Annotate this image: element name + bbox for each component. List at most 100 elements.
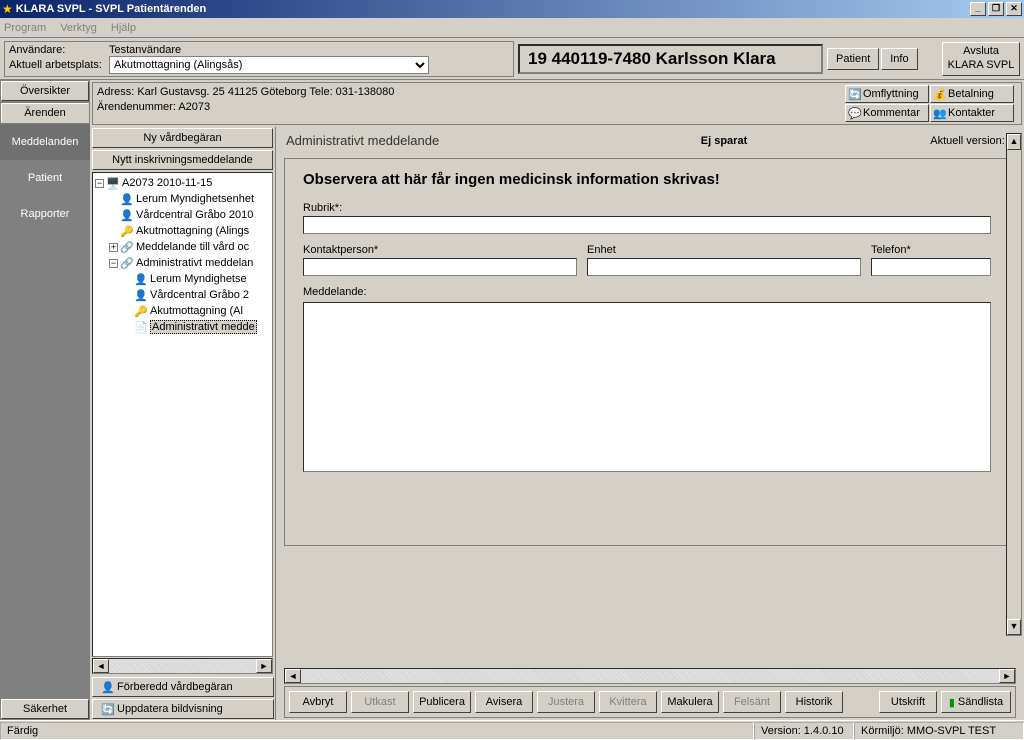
publicera-button[interactable]: Publicera: [413, 691, 471, 713]
meddelande-label: Meddelande:: [303, 286, 991, 298]
tree-item[interactable]: Vårdcentral Gråbo 2: [150, 289, 249, 301]
document-icon: 📄: [134, 321, 148, 334]
telefon-label: Telefon*: [871, 244, 991, 256]
rubrik-label: Rubrik*:: [303, 202, 991, 214]
forberedd-button[interactable]: 👤Förberedd vårdbegäran: [92, 677, 274, 697]
header-info: Adress: Karl Gustavsg. 25 41125 Göteborg…: [92, 82, 1022, 125]
sandlista-button[interactable]: ▮Sändlista: [941, 691, 1011, 713]
menu-verktyg[interactable]: Verktyg: [60, 22, 97, 34]
scroll-left-icon[interactable]: ◄: [93, 659, 109, 673]
folder-icon: 🖥️: [106, 177, 120, 190]
meddelande-textarea[interactable]: [303, 302, 991, 472]
tree-hscroll[interactable]: ◄ ►: [92, 658, 273, 674]
button-bar: Avbryt Utkast Publicera Avisera Justera …: [284, 686, 1016, 718]
arbetsplats-select[interactable]: Akutmottagning (Alingsås): [109, 56, 429, 74]
omflyttning-button[interactable]: 🔄Omflyttning: [845, 85, 929, 103]
tree-item[interactable]: Akutmottagning (Alings: [136, 225, 249, 237]
scroll-right-icon[interactable]: ►: [999, 669, 1015, 683]
patient-display: 19 440119-7480 Karlsson Klara: [518, 44, 823, 74]
tree-item[interactable]: Vårdcentral Gråbo 2010: [136, 209, 253, 221]
enhet-label: Enhet: [587, 244, 861, 256]
scroll-down-icon[interactable]: ▼: [1007, 619, 1021, 635]
nytt-inskrivning-button[interactable]: Nytt inskrivningsmeddelande: [92, 150, 273, 170]
list-icon: ▮: [949, 696, 955, 709]
telefon-input[interactable]: [871, 258, 991, 276]
refresh-icon: 🔄: [101, 703, 113, 715]
avbryt-button[interactable]: Avbryt: [289, 691, 347, 713]
menu-program[interactable]: Program: [4, 22, 46, 34]
tree-item[interactable]: Akutmottagning (Al: [150, 305, 243, 317]
content-version: Aktuell version: 0: [854, 135, 1014, 147]
key-icon: 🔑: [120, 225, 134, 238]
ny-vardbegaran-button[interactable]: Ny vårdbegäran: [92, 128, 273, 148]
enhet-input[interactable]: [587, 258, 861, 276]
person-icon: 👤: [101, 681, 113, 693]
justera-button[interactable]: Justera: [537, 691, 595, 713]
nav-patient[interactable]: Patient: [0, 160, 90, 196]
nav-meddelanden[interactable]: Meddelanden: [0, 124, 90, 160]
kvittera-button[interactable]: Kvittera: [599, 691, 657, 713]
collapse-icon[interactable]: −: [109, 259, 118, 268]
utskrift-button[interactable]: Utskrift: [879, 691, 937, 713]
scroll-up-icon[interactable]: ▲: [1007, 134, 1021, 150]
historik-button[interactable]: Historik: [785, 691, 843, 713]
utkast-button[interactable]: Utkast: [351, 691, 409, 713]
collapse-icon[interactable]: −: [95, 179, 104, 188]
felsant-button[interactable]: Felsänt: [723, 691, 781, 713]
info-button[interactable]: Info: [881, 48, 917, 70]
tree-item[interactable]: Lerum Myndighetse: [150, 273, 247, 285]
app-icon: ★: [2, 2, 13, 16]
key-icon: 🔑: [134, 305, 148, 318]
maximize-button[interactable]: ❐: [988, 2, 1004, 16]
close-button[interactable]: ✕: [1006, 2, 1022, 16]
exit-button[interactable]: Avsluta KLARA SVPL: [942, 42, 1020, 76]
tab-oversikter[interactable]: Översikter: [1, 81, 89, 101]
kontakt-input[interactable]: [303, 258, 577, 276]
anvandare-value: Testanvändare: [109, 44, 509, 56]
content-hscroll[interactable]: ◄ ►: [284, 668, 1016, 684]
user-block: Användare: Testanvändare Aktuell arbetsp…: [4, 41, 514, 77]
content-title: Administrativt meddelande: [286, 133, 594, 148]
expand-icon[interactable]: +: [109, 243, 118, 252]
move-icon: 🔄: [848, 88, 860, 100]
status-fardig: Färdig: [0, 722, 754, 740]
link-icon: 🔗: [120, 257, 134, 270]
person-icon: 👤: [134, 289, 148, 302]
kontakter-button[interactable]: 👥Kontakter: [930, 104, 1014, 122]
content-panel: Administrativt meddelande Ej sparat Aktu…: [276, 127, 1024, 720]
scroll-right-icon[interactable]: ►: [256, 659, 272, 673]
title-bar: ★ KLARA SVPL - SVPL Patientärenden _ ❐ ✕: [0, 0, 1024, 18]
link-icon: 🔗: [120, 241, 134, 254]
tab-sakerhet[interactable]: Säkerhet: [1, 699, 89, 719]
kommentar-button[interactable]: 💬Kommentar: [845, 104, 929, 122]
tree-panel: Ny vårdbegäran Nytt inskrivningsmeddelan…: [90, 127, 276, 720]
menu-bar: Program Verktyg Hjälp: [0, 18, 1024, 38]
scroll-left-icon[interactable]: ◄: [285, 669, 301, 683]
betalning-button[interactable]: 💰Betalning: [930, 85, 1014, 103]
content-status: Ej sparat: [594, 135, 854, 147]
anvandare-label: Användare:: [9, 44, 109, 56]
uppdatera-button[interactable]: 🔄Uppdatera bildvisning: [92, 699, 274, 719]
tree-item-selected[interactable]: Administrativt medde: [150, 320, 257, 334]
warning-text: Observera att här får ingen medicinsk in…: [303, 171, 991, 188]
top-info-row: Användare: Testanvändare Aktuell arbetsp…: [0, 38, 1024, 80]
minimize-button[interactable]: _: [970, 2, 986, 16]
left-sidebar: Översikter Ärenden Meddelanden Patient R…: [0, 80, 90, 720]
menu-hjalp[interactable]: Hjälp: [111, 22, 136, 34]
tree-item[interactable]: Administrativt meddelan: [136, 257, 253, 269]
rubrik-input[interactable]: [303, 216, 991, 234]
patient-button[interactable]: Patient: [827, 48, 879, 70]
tree-root[interactable]: A2073 2010-11-15: [122, 177, 212, 189]
tree-item[interactable]: Meddelande till vård oc: [136, 241, 249, 253]
person-icon: 👤: [134, 273, 148, 286]
tree-view[interactable]: −🖥️A2073 2010-11-15 👤Lerum Myndighetsenh…: [92, 172, 273, 657]
tree-item[interactable]: Lerum Myndighetsenhet: [136, 193, 254, 205]
makulera-button[interactable]: Makulera: [661, 691, 719, 713]
header-adress: Adress: Karl Gustavsg. 25 41125 Göteborg…: [97, 85, 845, 100]
tab-arenden[interactable]: Ärenden: [1, 103, 89, 123]
avisera-button[interactable]: Avisera: [475, 691, 533, 713]
status-miljo: Körmiljö: MMO-SVPL TEST: [854, 722, 1024, 740]
content-vscroll[interactable]: ▲ ▼: [1006, 133, 1022, 636]
comment-icon: 💬: [848, 107, 860, 119]
nav-rapporter[interactable]: Rapporter: [0, 196, 90, 232]
